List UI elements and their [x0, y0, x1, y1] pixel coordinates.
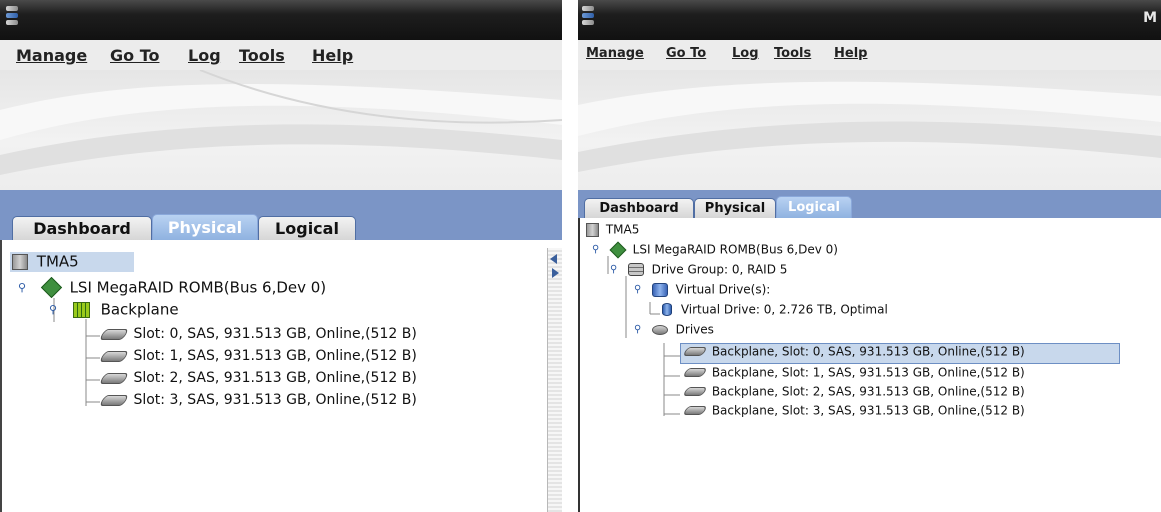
tree-slot-row[interactable]: Slot: 3, SAS, 931.513 GB, Online,(512 B)	[98, 392, 417, 412]
tab-logical[interactable]: Logical	[776, 196, 852, 218]
drive-label: Backplane, Slot: 3, SAS, 931.513 GB, Onl…	[711, 403, 1025, 418]
tree-expander-icon[interactable]: ⚲	[592, 244, 602, 255]
disk-icon	[682, 387, 708, 396]
disk-icon	[98, 394, 130, 406]
tree-root-row[interactable]: TMA5	[586, 222, 639, 242]
left-window: Manage Go To Log Tools Help Dashboard Ph…	[0, 0, 562, 512]
left-tree-panel: TMA5 ⚲ LSI MegaRAID ROMB(Bus 6,Dev 0) ⚲ …	[0, 240, 562, 512]
disk-icon	[98, 350, 130, 362]
right-tab-strip: Dashboard Physical Logical	[578, 190, 1161, 218]
tree-drive-group-row[interactable]: ⚲ Drive Group: 0, RAID 5	[610, 262, 787, 282]
tab-logical[interactable]: Logical	[258, 216, 356, 240]
virtual-drive-icon	[662, 303, 672, 316]
menu-tools[interactable]: Tools	[774, 46, 811, 61]
right-header-banner	[578, 70, 1161, 190]
drives-label: Drives	[675, 322, 714, 337]
backplane-icon	[72, 301, 90, 318]
disk-icon	[98, 328, 130, 340]
controller-icon	[609, 241, 627, 258]
app-icon	[6, 6, 18, 28]
menu-log[interactable]: Log	[188, 46, 221, 65]
tree-expander-icon[interactable]: ⚲	[610, 264, 620, 275]
tree-virtual-drives-row[interactable]: ⚲ Virtual Drive(s):	[634, 282, 770, 302]
tree-drive-row[interactable]: Backplane, Slot: 3, SAS, 931.513 GB, Onl…	[681, 403, 1025, 423]
tab-dashboard[interactable]: Dashboard	[12, 216, 152, 240]
tree-expander-icon[interactable]: ⚲	[634, 324, 644, 335]
backplane-label: Backplane	[100, 300, 179, 319]
menu-manage[interactable]: Manage	[16, 46, 87, 65]
splitter-handle[interactable]	[547, 248, 562, 512]
controller-icon	[40, 276, 62, 299]
menu-manage[interactable]: Manage	[586, 46, 644, 61]
left-tab-strip: Dashboard Physical Logical	[0, 190, 562, 240]
left-header-banner	[0, 70, 562, 190]
menu-tools[interactable]: Tools	[239, 46, 285, 65]
virtual-drive-label: Virtual Drive: 0, 2.726 TB, Optimal	[680, 302, 888, 317]
right-window: M Manage Go To Log Tools Help Dashboard …	[578, 0, 1161, 512]
disk-icon	[682, 347, 708, 356]
right-title-bar: M	[578, 0, 1161, 40]
menu-help[interactable]: Help	[312, 46, 353, 65]
slot-label: Slot: 3, SAS, 931.513 GB, Online,(512 B)	[133, 392, 417, 408]
slot-label: Slot: 0, SAS, 931.513 GB, Online,(512 B)	[133, 326, 417, 342]
tree-slot-row[interactable]: Slot: 2, SAS, 931.513 GB, Online,(512 B)	[98, 370, 417, 390]
left-title-bar	[0, 0, 562, 40]
menu-help[interactable]: Help	[834, 46, 867, 61]
tree-drive-row[interactable]: Backplane, Slot: 1, SAS, 931.513 GB, Onl…	[681, 365, 1025, 385]
menu-go-to[interactable]: Go To	[666, 46, 706, 61]
tree-expander-icon[interactable]: ⚲	[49, 303, 60, 316]
tree-root-label: TMA5	[36, 252, 79, 271]
tab-physical[interactable]: Physical	[694, 198, 776, 218]
virtual-drives-label: Virtual Drive(s):	[675, 282, 771, 297]
right-tree-panel: TMA5 ⚲ LSI MegaRAID ROMB(Bus 6,Dev 0) ⚲ …	[578, 218, 1161, 512]
tree-expander-icon[interactable]: ⚲	[634, 284, 644, 295]
server-icon	[586, 222, 599, 237]
drive-label: Backplane, Slot: 0, SAS, 931.513 GB, Onl…	[711, 344, 1025, 359]
collapse-left-arrow-icon[interactable]	[550, 254, 557, 264]
tab-physical[interactable]: Physical	[152, 214, 258, 240]
tab-dashboard[interactable]: Dashboard	[584, 198, 694, 218]
drive-group-icon	[627, 263, 644, 276]
tree-root-row[interactable]: TMA5	[10, 252, 134, 272]
disk-icon	[682, 368, 708, 377]
virtual-drives-icon	[651, 282, 668, 297]
slot-label: Slot: 1, SAS, 931.513 GB, Online,(512 B)	[133, 348, 417, 364]
window-title-fragment: M	[1143, 10, 1157, 26]
tree-drive-row-selected[interactable]: Backplane, Slot: 0, SAS, 931.513 GB, Onl…	[680, 343, 1120, 364]
tree-controller-row[interactable]: ⚲ LSI MegaRAID ROMB(Bus 6,Dev 0)	[18, 276, 327, 299]
tree-controller-row[interactable]: ⚲ LSI MegaRAID ROMB(Bus 6,Dev 0)	[592, 241, 838, 262]
tree-expander-icon[interactable]: ⚲	[18, 281, 29, 294]
tree-slot-row[interactable]: Slot: 0, SAS, 931.513 GB, Online,(512 B)	[98, 326, 417, 346]
app-icon	[582, 6, 594, 28]
menu-go-to[interactable]: Go To	[110, 46, 159, 65]
controller-label: LSI MegaRAID ROMB(Bus 6,Dev 0)	[632, 242, 838, 257]
disk-icon	[682, 406, 708, 415]
drive-label: Backplane, Slot: 1, SAS, 931.513 GB, Onl…	[711, 365, 1025, 380]
disk-icon	[98, 372, 130, 384]
controller-label: LSI MegaRAID ROMB(Bus 6,Dev 0)	[69, 278, 327, 297]
tree-root-label: TMA5	[605, 222, 640, 237]
server-icon	[12, 253, 28, 270]
right-menu-bar: Manage Go To Log Tools Help	[578, 40, 1161, 70]
expand-right-arrow-icon[interactable]	[552, 268, 559, 278]
slot-label: Slot: 2, SAS, 931.513 GB, Online,(512 B)	[133, 370, 417, 386]
left-menu-bar: Manage Go To Log Tools Help	[0, 40, 562, 70]
menu-log[interactable]: Log	[732, 46, 759, 61]
drive-group-label: Drive Group: 0, RAID 5	[651, 262, 788, 277]
drives-folder-icon	[651, 324, 668, 335]
drive-label: Backplane, Slot: 2, SAS, 931.513 GB, Onl…	[711, 384, 1025, 399]
tree-drives-row[interactable]: ⚲ Drives	[634, 322, 714, 342]
tree-drive-row[interactable]: Backplane, Slot: 2, SAS, 931.513 GB, Onl…	[681, 384, 1025, 404]
tree-backplane-row[interactable]: ⚲ Backplane	[49, 300, 179, 320]
tree-virtual-drive-row[interactable]: Virtual Drive: 0, 2.726 TB, Optimal	[662, 302, 888, 322]
tree-slot-row[interactable]: Slot: 1, SAS, 931.513 GB, Online,(512 B)	[98, 348, 417, 368]
image-divider	[562, 0, 578, 512]
